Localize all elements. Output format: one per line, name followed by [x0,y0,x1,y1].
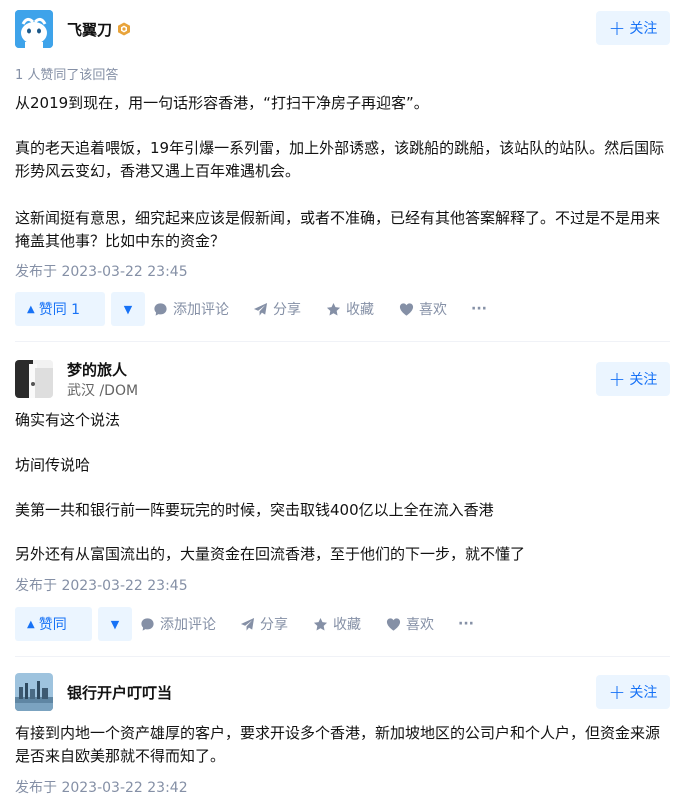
more-button[interactable]: ··· [471,292,487,326]
triangle-up-icon: ▲ [27,618,35,630]
follow-button[interactable]: + 关注 [596,362,670,396]
avatar[interactable] [15,10,53,48]
author-name[interactable]: 飞翼刀 [67,19,112,40]
publish-time[interactable]: 发布于 2023-03-22 23:42 [15,777,188,797]
heart-icon [399,302,414,316]
answer-paragraph: 有接到内地一个资产雄厚的客户，要求开设多个香港，新加坡地区的公司户和个人户，但资… [15,724,661,765]
collect-button[interactable]: 收藏 [313,607,361,641]
heart-icon [386,617,401,631]
author-name[interactable]: 梦的旅人 [67,359,127,380]
plus-icon: + [608,16,626,40]
answer-paragraph: 确实有这个说法 [15,411,121,429]
more-button[interactable]: ··· [458,607,474,641]
paper-plane-icon [253,302,268,316]
answer-paragraph: 这新闻挺有意思，细究起来应该是假新闻，或者不准确，已经有其他答案解释了。不过是不… [15,209,661,250]
author-name[interactable]: 银行开户叮叮当 [67,682,172,703]
vote-up-button[interactable]: ▲ 赞同 [15,607,92,641]
collect-label: 收藏 [333,617,361,633]
action-bar: ▲ 赞同 ▼ 添加评论 分享 收藏 喜欢 ··· [15,607,670,641]
like-button[interactable]: 喜欢 [386,607,434,641]
more-dots-icon: ··· [458,616,474,632]
share-label: 分享 [260,617,288,633]
share-button[interactable]: 分享 [240,607,288,641]
like-label: 喜欢 [406,617,434,633]
share-label: 分享 [273,302,301,318]
action-bar: ▲ 赞同 1 ▼ 添加评论 分享 收藏 喜欢 ··· [15,292,670,326]
answer-paragraph: 美第一共和银行前一阵要玩完的时候，突击取钱400亿以上全在流入香港 [15,501,494,519]
answer-paragraph: 真的老天追着喂饭，19年引爆一系列雷，加上外部诱惑，该跳船的跳船，该站队的站队。… [15,139,665,180]
publish-time[interactable]: 发布于 2023-03-22 23:45 [15,575,188,595]
answer-paragraph: 从2019到现在，用一句话形容香港，“打扫干净房子再迎客”。 [15,94,429,112]
share-button[interactable]: 分享 [253,292,301,326]
comment-bubble-icon [154,302,167,316]
hexagon-badge-icon [118,22,130,36]
avatar[interactable] [15,673,53,711]
follow-label: 关注 [629,685,658,701]
vote-up-button[interactable]: ▲ 赞同 1 [15,292,105,326]
divider [15,656,670,657]
divider [15,341,670,342]
triangle-up-icon: ▲ [27,303,35,315]
vote-down-button[interactable]: ▼ [111,292,145,326]
triangle-down-icon: ▼ [110,617,120,631]
approve-note: 1 人赞同了该回答 [15,68,119,83]
like-label: 喜欢 [419,302,447,318]
comment-button[interactable]: 添加评论 [153,292,229,326]
vote-up-label: 赞同 [38,617,67,633]
comment-button[interactable]: 添加评论 [140,607,216,641]
like-button[interactable]: 喜欢 [399,292,447,326]
avatar-photo-icon [15,360,53,398]
vote-up-label: 赞同 1 [38,302,81,318]
star-icon [326,302,341,315]
answer-card: 飞翼刀 + 关注 1 人赞同了该回答 从2019到现在，用一句话形容香港，“打扫… [15,10,670,330]
comment-label: 添加评论 [173,302,229,318]
follow-button[interactable]: + 关注 [596,11,670,45]
comment-label: 添加评论 [160,617,216,633]
answer-paragraph: 另外还有从富国流出的，大量资金在回流香港，至于他们的下一步，就不懂了 [15,545,526,563]
avatar[interactable] [15,360,53,398]
paper-plane-icon [240,617,255,631]
avatar-cartoon-icon [15,10,53,48]
comment-bubble-icon [141,617,154,631]
follow-label: 关注 [629,372,658,388]
plus-icon: + [608,367,626,391]
triangle-down-icon: ▼ [123,302,133,316]
collect-button[interactable]: 收藏 [326,292,374,326]
star-icon [313,617,328,630]
answer-paragraph: 坊间传说哈 [15,456,91,474]
follow-button[interactable]: + 关注 [596,675,670,709]
follow-label: 关注 [629,21,658,37]
more-dots-icon: ··· [471,301,487,317]
plus-icon: + [608,680,626,704]
author-headline: 武汉 /DOM [67,383,139,399]
answer-card: 银行开户叮叮当 + 关注 有接到内地一个资产雄厚的客户，要求开设多个香港，新加坡… [15,673,670,797]
avatar-cityscape-icon [15,673,53,711]
collect-label: 收藏 [346,302,374,318]
answer-card: 梦的旅人 武汉 /DOM + 关注 确实有这个说法 坊间传说哈 美第一共和银行前… [15,360,670,645]
publish-time[interactable]: 发布于 2023-03-22 23:45 [15,261,188,281]
vote-down-button[interactable]: ▼ [98,607,132,641]
